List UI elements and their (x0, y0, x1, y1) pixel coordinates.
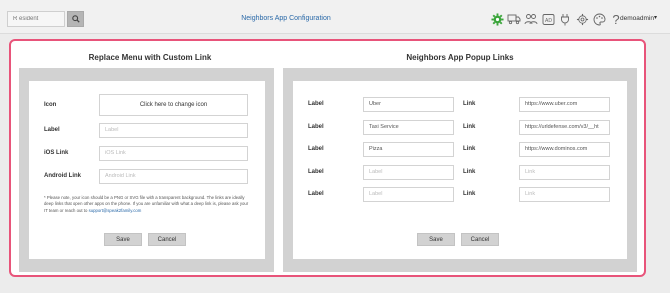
row-label-text: Label (308, 124, 324, 130)
chevron-down-icon[interactable]: ▾ (654, 14, 657, 21)
top-bar: Neighbors App Configuration AD ? demoadm… (0, 0, 670, 34)
icon-label: Icon (44, 102, 57, 108)
popup-label-field[interactable]: Pizza (363, 142, 454, 157)
popup-link-field[interactable]: https://urldefense.com/v3/__ht (519, 120, 610, 135)
right-panel: Label Uber Link https://www.uber.com Lab… (283, 68, 637, 272)
popup-label-field[interactable]: Uber (363, 97, 454, 112)
right-cancel-button[interactable]: Cancel (461, 233, 499, 246)
popup-link-field[interactable]: Link (519, 187, 610, 202)
users-icon[interactable] (524, 12, 538, 26)
popup-label-field[interactable]: Taxi Service (363, 120, 454, 135)
settings-gear-icon[interactable] (490, 12, 504, 26)
popup-label-field[interactable]: Label (363, 165, 454, 180)
row-label-text: Label (308, 191, 324, 197)
right-save-button[interactable]: Save (417, 233, 455, 246)
truck-icon[interactable] (507, 12, 521, 26)
icon-note: * Please note, your icon should be a PNG… (44, 195, 250, 214)
right-panel-card: Label Uber Link https://www.uber.com Lab… (293, 81, 627, 259)
svg-text:?: ? (612, 12, 619, 26)
palette-icon[interactable] (592, 12, 606, 26)
search-icon (71, 10, 80, 28)
left-panel: Icon Click here to change icon Label Lab… (19, 68, 274, 272)
popup-link-field[interactable]: https://www.dominos.com (519, 142, 610, 157)
ios-link-field[interactable]: iOS Link (99, 146, 248, 161)
left-save-button[interactable]: Save (104, 233, 142, 246)
icon-note-text: * Please note, your icon should be a PNG… (44, 195, 249, 213)
gear-icon[interactable] (575, 12, 589, 26)
row-label-text: Label (308, 101, 324, 107)
row-link-text: Link (463, 101, 476, 107)
popup-label-field[interactable]: Label (363, 187, 454, 202)
row-link-text: Link (463, 169, 476, 175)
row-label-text: Label (308, 146, 324, 152)
page-title: Neighbors App Configuration (241, 15, 331, 22)
ios-link-label: iOS Link (44, 150, 69, 156)
row-link-text: Link (463, 191, 476, 197)
search-button[interactable] (67, 11, 84, 27)
left-panel-card: Icon Click here to change icon Label Lab… (29, 81, 265, 259)
row-label-text: Label (308, 169, 324, 175)
support-email-link[interactable]: support@speak2family.com (89, 208, 142, 213)
change-icon-button[interactable]: Click here to change icon (99, 94, 248, 116)
popup-link-field[interactable]: Link (519, 165, 610, 180)
ad-icon[interactable]: AD (541, 12, 555, 26)
popup-link-field[interactable]: https://www.uber.com (519, 97, 610, 112)
plug-icon[interactable] (558, 12, 572, 26)
android-link-field[interactable]: Android Link (99, 169, 248, 184)
left-cancel-button[interactable]: Cancel (148, 233, 186, 246)
row-link-text: Link (463, 124, 476, 130)
config-container: Replace Menu with Custom Link Icon Click… (9, 39, 646, 277)
android-link-label: Android Link (44, 173, 81, 179)
search-input[interactable] (7, 11, 65, 27)
left-panel-title: Replace Menu with Custom Link (88, 53, 212, 62)
toolbar-icons: AD ? (490, 11, 623, 27)
svg-text:AD: AD (545, 18, 552, 24)
label-field[interactable]: Label (99, 123, 248, 138)
right-panel-title: Neighbors App Popup Links (406, 53, 514, 62)
user-menu[interactable]: demoadmin (620, 15, 654, 22)
label-label: Label (44, 127, 60, 133)
row-link-text: Link (463, 146, 476, 152)
